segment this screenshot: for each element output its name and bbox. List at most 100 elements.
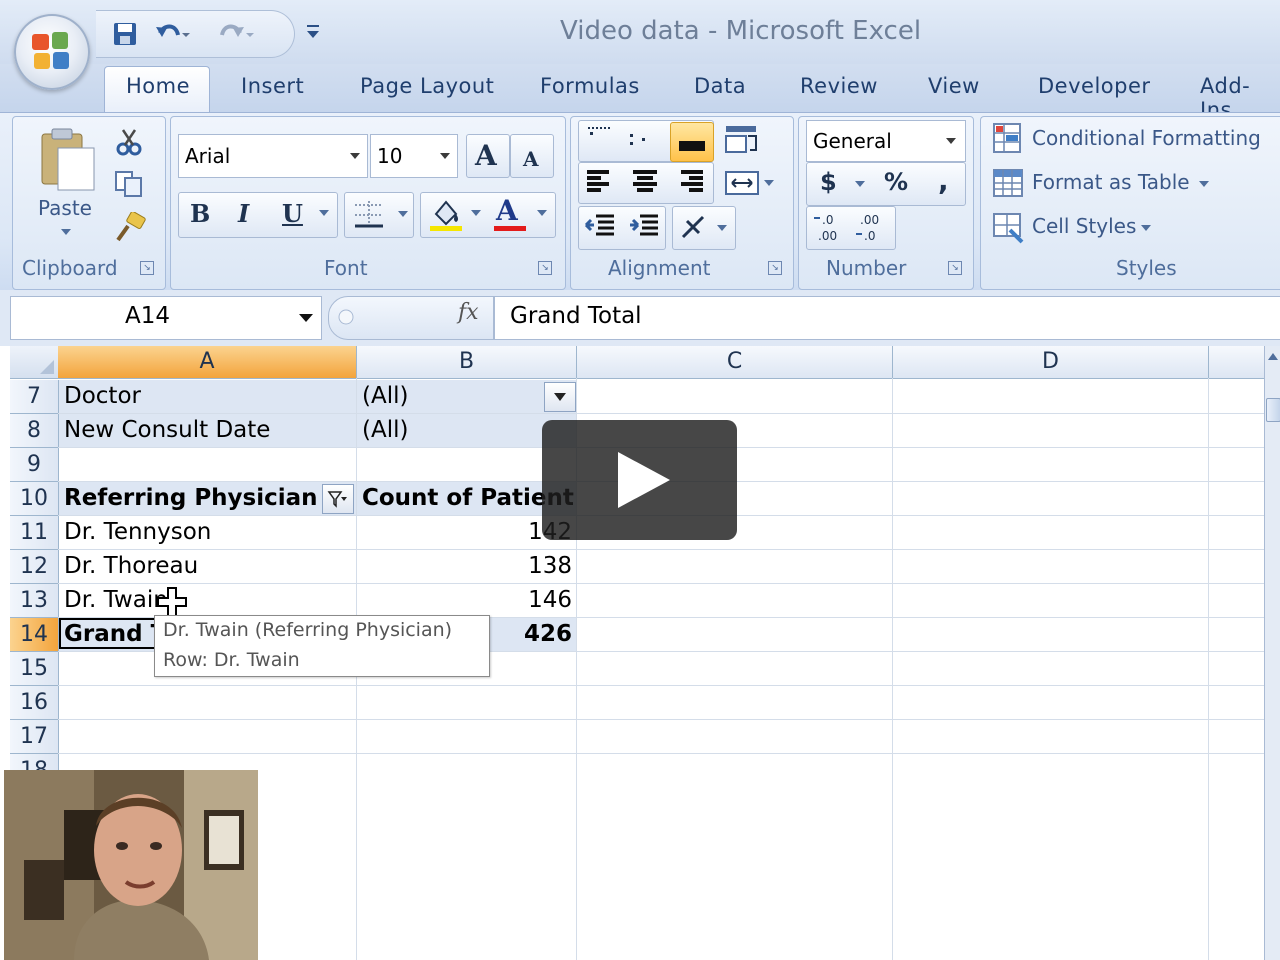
borders-button[interactable] [344, 192, 414, 238]
tab-data[interactable]: Data [694, 74, 746, 98]
cell-b7[interactable]: (All) [362, 380, 408, 413]
cell-b14[interactable]: 426 [480, 618, 572, 651]
comma-button[interactable]: , [938, 164, 949, 197]
redo-icon[interactable] [218, 21, 254, 53]
row-header-13[interactable]: 13 [10, 584, 59, 618]
currency-button[interactable]: $ [820, 168, 837, 196]
column-header-c[interactable]: C [577, 346, 893, 379]
video-play-button[interactable] [542, 420, 737, 540]
column-header-e-partial[interactable] [1209, 346, 1265, 379]
tab-insert[interactable]: Insert [241, 74, 304, 98]
tab-formulas[interactable]: Formulas [540, 74, 640, 98]
number-format-dropdown[interactable]: General [806, 120, 966, 162]
row-header-7[interactable]: 7 [10, 380, 59, 414]
font-size-dropdown[interactable]: 10 [370, 134, 458, 178]
doctor-filter-dropdown[interactable] [544, 382, 576, 412]
quick-access-toolbar [96, 10, 295, 58]
cell-a13[interactable]: Dr. Twain [64, 584, 168, 617]
select-all-corner[interactable] [10, 346, 59, 379]
row-header-9[interactable]: 9 [10, 448, 59, 482]
office-button[interactable] [14, 14, 90, 90]
format-as-table-button[interactable]: Format as Table [990, 166, 1280, 204]
row-header-17[interactable]: 17 [10, 720, 59, 754]
cell-a10[interactable]: Referring Physician [64, 482, 318, 515]
increase-decimal-icon[interactable]: .0.00 [812, 210, 848, 248]
row-header-15[interactable]: 15 [10, 652, 59, 686]
tab-view[interactable]: View [928, 74, 980, 98]
cell-styles-button[interactable]: Cell Styles [990, 210, 1280, 248]
tab-page-layout[interactable]: Page Layout [360, 74, 494, 98]
top-align-icon[interactable] [584, 124, 614, 158]
decrease-decimal-icon[interactable]: .00.0 [854, 210, 890, 248]
scroll-up-icon[interactable] [1266, 350, 1280, 364]
save-icon[interactable] [112, 21, 138, 53]
cut-icon[interactable] [116, 128, 142, 160]
currency-dropdown-icon[interactable] [854, 180, 866, 188]
borders-icon [355, 201, 383, 228]
alignment-launcher-icon[interactable]: ↘ [768, 261, 782, 275]
italic-button[interactable]: I [238, 199, 249, 228]
cell-b12[interactable]: 138 [480, 550, 572, 583]
percent-button[interactable]: % [884, 168, 908, 196]
bottom-align-button[interactable] [670, 122, 714, 162]
vertical-scrollbar[interactable] [1264, 346, 1280, 960]
row-header-11[interactable]: 11 [10, 516, 59, 550]
underline-dropdown-icon[interactable] [318, 209, 330, 217]
fill-color-dropdown-icon[interactable] [470, 209, 482, 217]
tooltip-line-2: Row: Dr. Twain [163, 649, 300, 671]
font-color-dropdown-icon[interactable] [536, 209, 548, 217]
increase-indent-icon[interactable] [628, 212, 660, 246]
column-header-b[interactable]: B [357, 346, 577, 379]
tooltip-line-1: Dr. Twain (Referring Physician) [163, 619, 453, 641]
row-header-8[interactable]: 8 [10, 414, 59, 448]
cell-a11[interactable]: Dr. Tennyson [64, 516, 211, 549]
row-header-14[interactable]: 14 [10, 618, 59, 652]
decrease-indent-icon[interactable] [584, 212, 616, 246]
underline-button[interactable]: U [282, 199, 303, 228]
align-left-icon[interactable] [584, 168, 614, 200]
tab-home[interactable]: Home [126, 74, 190, 98]
font-launcher-icon[interactable]: ↘ [538, 261, 552, 275]
row-header-16[interactable]: 16 [10, 686, 59, 720]
font-name-dropdown[interactable]: Arial [178, 134, 368, 178]
row-header-10[interactable]: 10 [10, 482, 59, 516]
conditional-formatting-button[interactable]: Conditional Formatting [990, 122, 1280, 160]
cell-a8[interactable]: New Consult Date [64, 414, 270, 447]
middle-align-icon[interactable] [624, 124, 654, 158]
customize-qat-icon[interactable] [306, 22, 320, 46]
gridline [58, 685, 1264, 686]
number-launcher-icon[interactable]: ↘ [948, 261, 962, 275]
column-header-a[interactable]: A [58, 346, 357, 379]
row-header-12[interactable]: 12 [10, 550, 59, 584]
insert-function-icon[interactable]: fx [458, 300, 479, 325]
orientation-icon [681, 215, 727, 239]
wrap-text-icon[interactable] [724, 122, 760, 160]
tab-developer[interactable]: Developer [1038, 74, 1151, 98]
row-labels-filter-button[interactable] [322, 484, 354, 514]
scroll-thumb[interactable] [1266, 398, 1280, 422]
align-center-icon[interactable] [630, 168, 660, 200]
name-box-dropdown-icon[interactable] [298, 313, 314, 323]
expand-handle-icon[interactable] [336, 304, 356, 334]
shrink-font-button[interactable]: A [510, 134, 554, 178]
merge-center-icon[interactable] [724, 168, 776, 202]
undo-icon[interactable] [154, 21, 190, 53]
fill-color-icon[interactable] [428, 196, 464, 236]
format-painter-icon[interactable] [114, 211, 148, 248]
font-color-button[interactable]: A [492, 194, 528, 236]
grow-font-button[interactable]: A [466, 134, 510, 178]
clipboard-launcher-icon[interactable]: ↘ [140, 261, 154, 275]
bold-button[interactable]: B [190, 199, 210, 228]
cell-a12[interactable]: Dr. Thoreau [64, 550, 198, 583]
cell-b13[interactable]: 146 [480, 584, 572, 617]
chevron-down-icon [350, 153, 360, 159]
column-header-d[interactable]: D [893, 346, 1209, 379]
number-format-value: General [813, 129, 892, 153]
paste-button[interactable]: Paste [30, 124, 102, 244]
cell-b8[interactable]: (All) [362, 414, 408, 447]
align-right-icon[interactable] [676, 168, 706, 200]
orientation-button[interactable] [672, 206, 736, 250]
tab-review[interactable]: Review [800, 74, 878, 98]
cell-a7[interactable]: Doctor [64, 380, 141, 413]
copy-icon[interactable] [114, 170, 144, 202]
